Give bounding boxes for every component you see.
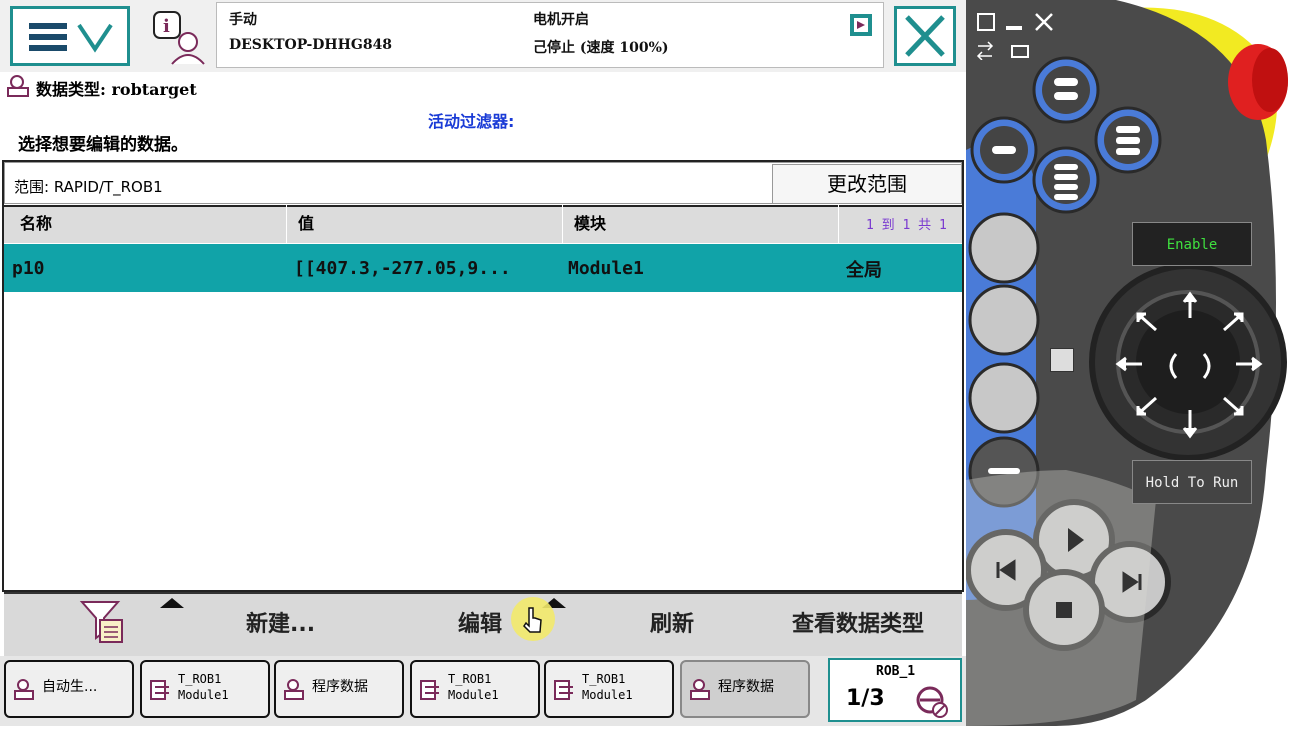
module-icon [150,680,169,700]
task-label: T_ROB1 [448,672,492,686]
edit-button[interactable]: 编辑 [458,606,502,638]
filter-icon[interactable] [78,598,126,646]
view-datatype-button[interactable]: 查看数据类型 [792,606,924,638]
info-user-icon: i [153,11,205,65]
program-data-icon [14,679,34,700]
table-header [4,205,962,243]
event-log-button[interactable]: i [148,6,212,66]
close-icon [905,15,945,57]
usb-port-icon [1050,348,1074,372]
row-module: Module1 [568,258,644,279]
task-label: T_ROB1 [178,672,222,686]
flexpendant-screen: i 手动 DESKTOP-DHHG848 电机开启 己停止 (速度 100%) … [0,0,966,726]
task-sublabel: Module1 [582,688,633,702]
motor-status: 电机开启 [533,12,589,28]
module-icon [554,680,573,700]
task-label: 程序数据 [718,679,774,695]
task-tab[interactable]: 程序数据 [274,660,404,718]
task-tab[interactable]: T_ROB1 Module1 [140,660,270,718]
pointer-cursor-icon [511,597,555,641]
task-tab[interactable]: T_ROB1 Module1 [544,660,674,718]
pagination-text: 1 到 1 共 1 [866,218,947,233]
quickset-robot-button[interactable]: ROB_1 1/3 [828,658,962,722]
active-filter-label: 活动过滤器: [428,112,515,131]
task-label: 程序数据 [312,679,368,695]
data-type-icon [7,75,29,97]
change-scope-button[interactable]: 更改范围 [772,164,962,204]
svg-text:i: i [163,16,170,37]
module-icon [420,680,439,700]
new-button[interactable]: 新建... [246,606,315,638]
column-header-module[interactable]: 模块 [574,210,606,234]
program-data-icon [690,679,710,700]
pendant-buttons-glyphs [988,78,1263,618]
task-tab[interactable]: 自动生... [4,660,134,718]
row-value: [[407.3,-277.05,9... [294,258,511,279]
robot-name: ROB_1 [876,664,916,679]
enable-button[interactable]: Enable [1132,222,1252,266]
task-sublabel: Module1 [448,688,499,702]
program-data-icon [284,679,304,700]
main-menu-button[interactable] [10,6,130,66]
increment-fraction: 1/3 [846,686,885,711]
instruction-text: 选择想要编辑的数据。 [18,135,188,155]
refresh-button[interactable]: 刷新 [650,606,694,638]
program-state: 己停止 (速度 100%) [533,40,669,56]
task-sublabel: Module1 [178,688,229,702]
hold-to-run-button[interactable]: Hold To Run [1132,460,1252,504]
caret-up-icon [160,598,184,608]
task-tab[interactable]: T_ROB1 Module1 [410,660,540,718]
controller-name: DESKTOP-DHHG848 [229,37,393,53]
pendant-hardware: Enable Hold To Run [965,0,1296,726]
menu-icon [29,23,113,53]
data-type-label: 数据类型: robtarget [36,80,197,99]
task-label: 自动生... [42,679,98,695]
close-button[interactable] [894,6,956,66]
row-scope: 全局 [846,260,882,281]
task-tab-active[interactable]: 程序数据 [680,660,810,718]
column-header-value[interactable]: 值 [298,210,314,234]
scope-label: 范围: RAPID/T_ROB1 [14,178,163,196]
status-panel: 手动 DESKTOP-DHHG848 电机开启 己停止 (速度 100%) [216,2,884,68]
robot-unit-icon [916,686,948,718]
operating-mode: 手动 [229,12,257,28]
running-indicator-icon [850,14,872,36]
row-name: p10 [12,258,45,279]
task-label: T_ROB1 [582,672,626,686]
column-header-name[interactable]: 名称 [20,210,52,234]
